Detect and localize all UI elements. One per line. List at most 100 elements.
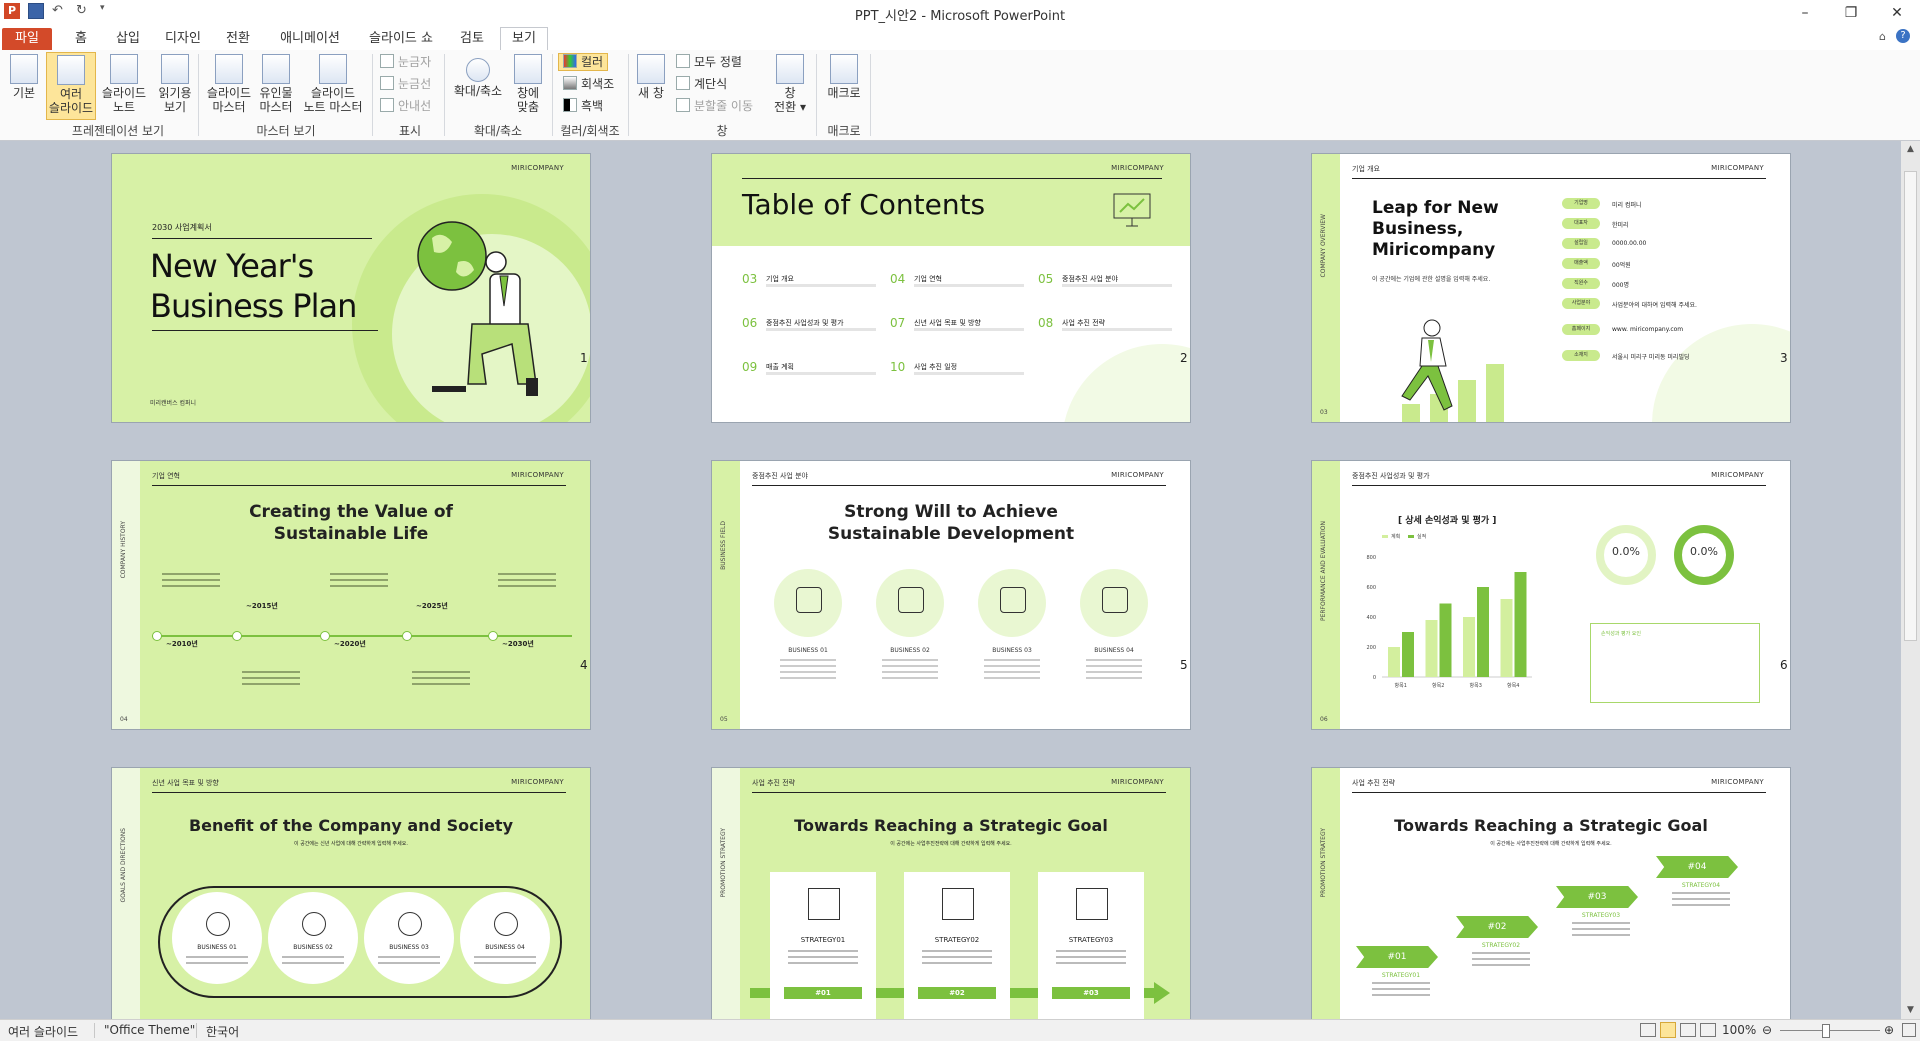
normal-view-status-icon[interactable] (1640, 1023, 1656, 1037)
side-label: PROMOTION STRATEGY (1320, 828, 1327, 898)
minimize-button[interactable]: – (1782, 0, 1828, 26)
slideshow-status-icon[interactable] (1700, 1023, 1716, 1037)
info-value: 미리 컴퍼니 (1612, 202, 1642, 209)
strategy-label: STRATEGY01 (800, 936, 846, 944)
benefit-circle (364, 892, 454, 984)
status-theme[interactable]: "Office Theme" (104, 1023, 195, 1037)
status-language[interactable]: 한국어 (206, 1023, 239, 1040)
slide-thumbnail-8[interactable]: PROMOTION STRATEGY 사업 추진 전략 MIRICOMPANY … (711, 767, 1191, 1019)
switch-windows-button[interactable]: 창 전환 ▾ (770, 54, 810, 114)
info-value: 서울시 미리구 미리동 미리빌딩 (1612, 354, 1690, 361)
slide-thumbnail-2[interactable]: MIRICOMPANY Table of Contents 03 기업 개요 04 기… (711, 153, 1191, 423)
tab-transitions[interactable]: 전환 (220, 28, 256, 50)
strategy-step-label: STRATEGY02 (1481, 942, 1521, 949)
cascade-button[interactable]: 계단식 (676, 76, 727, 92)
zoom-magnifier-icon (466, 58, 490, 82)
color-button[interactable]: 컬러 (558, 53, 609, 71)
business-desc-line (780, 659, 836, 661)
scroll-up-icon[interactable]: ▲ (1901, 141, 1920, 158)
tab-view[interactable]: 보기 (500, 27, 548, 51)
slide-thumbnail-5[interactable]: BUSINESS FIELD 중점추진 사업 분야 MIRICOMPANY St… (711, 460, 1191, 730)
strategy-step-desc-line (1372, 988, 1430, 990)
new-window-icon (637, 54, 665, 84)
y-tick-label: 800 (1366, 555, 1376, 561)
toc-item-desc-line (914, 372, 1024, 375)
toc-item-number: 05 (1038, 272, 1054, 286)
benefit-label: BUSINESS 04 (485, 944, 525, 951)
vertical-scrollbar[interactable]: ▲ ▼ (1901, 141, 1920, 1019)
black-white-button[interactable]: 흑백 (563, 98, 603, 114)
slide-thumbnail-9[interactable]: PROMOTION STRATEGY 사업 추진 전략 MIRICOMPANY … (1311, 767, 1791, 1019)
x-tick-label: 항목3 (1470, 682, 1482, 689)
notes-master-button[interactable]: 슬라이드 노트 마스터 (298, 54, 368, 114)
zoom-button[interactable]: 확대/축소 (450, 54, 506, 98)
reading-view-status-icon[interactable] (1680, 1023, 1696, 1037)
zoom-out-icon[interactable]: ⊖ (1762, 1023, 1772, 1037)
toc-item-number: 04 (890, 272, 906, 286)
new-window-button[interactable]: 새 창 (634, 54, 668, 100)
scroll-down-icon[interactable]: ▼ (1901, 1002, 1920, 1019)
group-separator (552, 54, 553, 136)
arrange-all-button[interactable]: 모두 정렬 (676, 54, 742, 70)
timeline-text-line (498, 585, 556, 587)
benefit-desc-line (378, 956, 440, 958)
slide-master-button[interactable]: 슬라이드 마스터 (204, 54, 254, 114)
side-band (1312, 154, 1340, 422)
legend-label: 실적 (1417, 533, 1426, 540)
company-label: MIRICOMPANY (1111, 778, 1164, 786)
tab-file[interactable]: 파일 (2, 28, 52, 50)
divider (152, 792, 566, 793)
business-desc-line (882, 659, 938, 661)
normal-view-button[interactable]: 기본 (6, 54, 42, 100)
slide-thumbnail-4[interactable]: COMPANY HISTORY 기업 연혁 MIRICOMPANY Creati… (111, 460, 591, 730)
move-split-button[interactable]: 분할줄 이동 (676, 98, 753, 114)
divider (1352, 792, 1766, 793)
tab-home[interactable]: 홈 (66, 28, 96, 50)
slide-thumbnail-1[interactable]: MIRICOMPANY 2030 사업계획서 New Year's Busines… (111, 153, 591, 423)
tab-slideshow[interactable]: 슬라이드 쇼 (362, 28, 440, 50)
slide-thumbnail-3[interactable]: COMPANY OVERVIEW 기업 개요 MIRICOMPANY Leap … (1311, 153, 1791, 423)
ribbon: 기본 여러 슬라이드 슬라이드 노트 읽기용 보기 프레젠테이션 보기 슬라이드 마스터… (0, 50, 1920, 141)
macros-button[interactable]: 매크로 (822, 54, 866, 100)
tab-review[interactable]: 검토 (454, 28, 490, 50)
bar-계획 (1463, 617, 1475, 677)
handout-master-button[interactable]: 유인물 마스터 (256, 54, 296, 114)
guides-checkbox[interactable]: 안내선 (380, 98, 431, 114)
bar-실적 (1477, 587, 1489, 677)
help-icon[interactable]: ? (1896, 29, 1910, 43)
business-icon (1000, 587, 1026, 613)
zoom-slider-thumb[interactable] (1822, 1024, 1830, 1038)
scroll-thumb[interactable] (1904, 171, 1917, 641)
info-value: 000명 (1612, 282, 1629, 289)
notes-page-button[interactable]: 슬라이드 노트 (98, 54, 150, 114)
slide-thumbnail-7[interactable]: GOALS AND DIRECTIONS 신년 사업 목표 및 방향 MIRIC… (111, 767, 591, 1019)
tab-insert[interactable]: 삽입 (110, 28, 146, 50)
benefit-desc-line (186, 956, 248, 958)
slide-thumbnail-6[interactable]: PERFORMANCE AND EVALUATION 중점추진 사업성과 및 평… (1311, 460, 1791, 730)
zoom-in-icon[interactable]: ⊕ (1884, 1023, 1894, 1037)
restore-button[interactable]: ❐ (1828, 0, 1874, 26)
grayscale-button[interactable]: 회색조 (563, 76, 614, 92)
minimize-ribbon-icon[interactable]: ⌂ (1879, 30, 1886, 43)
slide-sorter-button[interactable]: 여러 슬라이드 (46, 52, 96, 120)
divider (1352, 178, 1766, 179)
timeline-text-line (242, 677, 300, 679)
presentation-board-icon (1113, 193, 1151, 227)
strategy-step-arrow: #04 (1656, 856, 1738, 878)
group-label-presentation-views: 프레젠테이션 보기 (71, 124, 165, 138)
fit-to-window-button[interactable]: 창에 맞춤 (510, 54, 546, 114)
close-button[interactable]: ✕ (1874, 0, 1920, 26)
tab-design[interactable]: 디자인 (160, 28, 206, 50)
zoom-level[interactable]: 100% (1722, 1023, 1756, 1037)
tab-animations[interactable]: 애니메이션 (272, 28, 348, 50)
climbing-man-illustration (1401, 319, 1504, 422)
ruler-checkbox[interactable]: 눈금자 (380, 54, 431, 70)
benefit-label: BUSINESS 01 (197, 944, 237, 951)
zoom-slider[interactable] (1780, 1030, 1880, 1031)
macros-icon (830, 54, 858, 84)
slide-sorter-status-icon[interactable] (1660, 1022, 1676, 1038)
fit-slide-icon[interactable] (1902, 1023, 1916, 1037)
gridlines-checkbox[interactable]: 눈금선 (380, 76, 431, 92)
reading-view-button[interactable]: 읽기용 보기 (152, 54, 198, 114)
cascade-icon (676, 76, 690, 90)
